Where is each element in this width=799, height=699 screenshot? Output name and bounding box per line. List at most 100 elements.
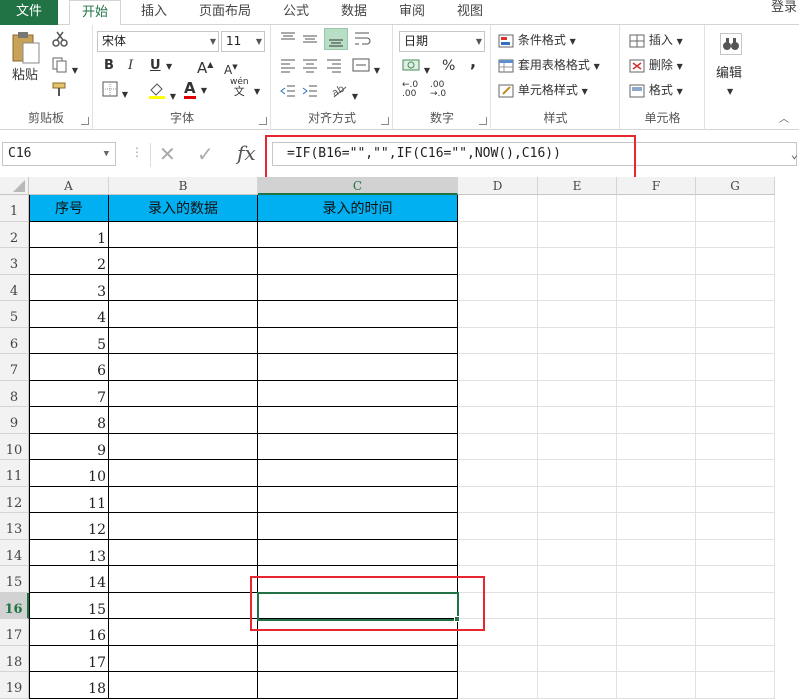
merge-center-icon[interactable]: ▼: [352, 57, 380, 80]
copy-icon[interactable]: ▼: [52, 57, 78, 80]
cell-g1[interactable]: [696, 195, 775, 222]
row-header-14[interactable]: 14: [0, 539, 29, 566]
cell-e19[interactable]: [538, 672, 617, 699]
cell-a14[interactable]: 13: [29, 539, 109, 566]
align-right-icon[interactable]: [326, 57, 342, 78]
cell-g7[interactable]: [696, 354, 775, 381]
underline-dropdown-icon[interactable]: ▼: [166, 58, 172, 76]
italic-button[interactable]: I: [128, 57, 133, 75]
cell-a11[interactable]: 10: [29, 460, 109, 487]
cell-f13[interactable]: [617, 513, 696, 540]
accounting-format-icon[interactable]: ▼: [402, 57, 430, 80]
select-all-button[interactable]: [0, 177, 29, 195]
cell-a7[interactable]: 6: [29, 354, 109, 381]
phonetic-dropdown-icon[interactable]: ▼: [254, 83, 260, 101]
cell-c3[interactable]: [258, 248, 458, 275]
cell-styles-button[interactable]: 单元格样式 ▼: [498, 81, 588, 101]
cell-a16[interactable]: 15: [29, 592, 109, 619]
delete-cells-button[interactable]: 删除 ▼: [629, 56, 683, 76]
cell-b16[interactable]: [109, 592, 258, 619]
cell-a1[interactable]: 序号: [29, 195, 109, 222]
number-launcher-icon[interactable]: [479, 117, 487, 125]
fill-color-icon[interactable]: ▼: [148, 81, 176, 106]
cell-b12[interactable]: [109, 486, 258, 513]
cell-e15[interactable]: [538, 566, 617, 593]
cut-icon[interactable]: [52, 31, 68, 52]
cell-c8[interactable]: [258, 380, 458, 407]
cell-g16[interactable]: [696, 592, 775, 619]
insert-function-icon[interactable]: fx: [237, 141, 256, 165]
paste-button[interactable]: 粘贴: [12, 67, 38, 85]
tab-data[interactable]: 数据: [330, 0, 378, 25]
cell-d11[interactable]: [458, 460, 538, 487]
cell-c11[interactable]: [258, 460, 458, 487]
cell-g6[interactable]: [696, 327, 775, 354]
cell-g14[interactable]: [696, 539, 775, 566]
cell-f5[interactable]: [617, 301, 696, 328]
cell-f19[interactable]: [617, 672, 696, 699]
column-header-f[interactable]: F: [617, 177, 696, 195]
cell-c6[interactable]: [258, 327, 458, 354]
cell-f4[interactable]: [617, 274, 696, 301]
cell-e18[interactable]: [538, 645, 617, 672]
cell-f2[interactable]: [617, 221, 696, 248]
increase-indent-icon[interactable]: [302, 83, 318, 104]
cell-d18[interactable]: [458, 645, 538, 672]
decrease-indent-icon[interactable]: [280, 83, 296, 104]
cell-a4[interactable]: 3: [29, 274, 109, 301]
grow-font-button[interactable]: A▲: [197, 56, 213, 77]
cell-g9[interactable]: [696, 407, 775, 434]
column-header-d[interactable]: D: [458, 177, 538, 195]
cell-e17[interactable]: [538, 619, 617, 646]
cell-c5[interactable]: [258, 301, 458, 328]
cell-c2[interactable]: [258, 221, 458, 248]
name-box[interactable]: C16 ▼: [2, 142, 116, 166]
cell-a13[interactable]: 12: [29, 513, 109, 540]
tab-view[interactable]: 视图: [446, 0, 494, 25]
cell-g10[interactable]: [696, 433, 775, 460]
cell-d5[interactable]: [458, 301, 538, 328]
cell-d7[interactable]: [458, 354, 538, 381]
expand-formula-icon[interactable]: ⌄: [791, 143, 798, 165]
cell-c12[interactable]: [258, 486, 458, 513]
row-header-11[interactable]: 11: [0, 460, 29, 487]
row-header-3[interactable]: 3: [0, 248, 29, 275]
row-header-6[interactable]: 6: [0, 327, 29, 354]
cell-f10[interactable]: [617, 433, 696, 460]
cell-a5[interactable]: 4: [29, 301, 109, 328]
cell-e7[interactable]: [538, 354, 617, 381]
shrink-font-button[interactable]: A▼: [224, 58, 238, 79]
cell-a2[interactable]: 1: [29, 221, 109, 248]
cell-a12[interactable]: 11: [29, 486, 109, 513]
cell-f15[interactable]: [617, 566, 696, 593]
underline-button[interactable]: U: [150, 57, 161, 75]
align-left-icon[interactable]: [280, 57, 296, 78]
cell-d12[interactable]: [458, 486, 538, 513]
cell-a17[interactable]: 16: [29, 619, 109, 646]
cell-f8[interactable]: [617, 380, 696, 407]
cell-e3[interactable]: [538, 248, 617, 275]
enter-icon[interactable]: ✓: [197, 142, 214, 166]
cell-g15[interactable]: [696, 566, 775, 593]
cell-c9[interactable]: [258, 407, 458, 434]
cell-e13[interactable]: [538, 513, 617, 540]
cell-g11[interactable]: [696, 460, 775, 487]
cell-b11[interactable]: [109, 460, 258, 487]
column-header-g[interactable]: G: [696, 177, 775, 195]
row-header-4[interactable]: 4: [0, 274, 29, 301]
collapse-ribbon-icon[interactable]: ︿: [779, 110, 789, 125]
editing-button[interactable]: 编辑: [716, 65, 742, 83]
cell-d14[interactable]: [458, 539, 538, 566]
format-painter-icon[interactable]: [52, 81, 68, 102]
cell-e9[interactable]: [538, 407, 617, 434]
format-cells-button[interactable]: 格式 ▼: [629, 81, 683, 101]
row-header-7[interactable]: 7: [0, 354, 29, 381]
alignment-launcher-icon[interactable]: [381, 117, 389, 125]
align-middle-icon[interactable]: [302, 31, 318, 52]
cell-b3[interactable]: [109, 248, 258, 275]
tab-formulas[interactable]: 公式: [272, 0, 320, 25]
cell-b18[interactable]: [109, 645, 258, 672]
cell-c7[interactable]: [258, 354, 458, 381]
row-header-17[interactable]: 17: [0, 619, 29, 646]
cell-b2[interactable]: [109, 221, 258, 248]
